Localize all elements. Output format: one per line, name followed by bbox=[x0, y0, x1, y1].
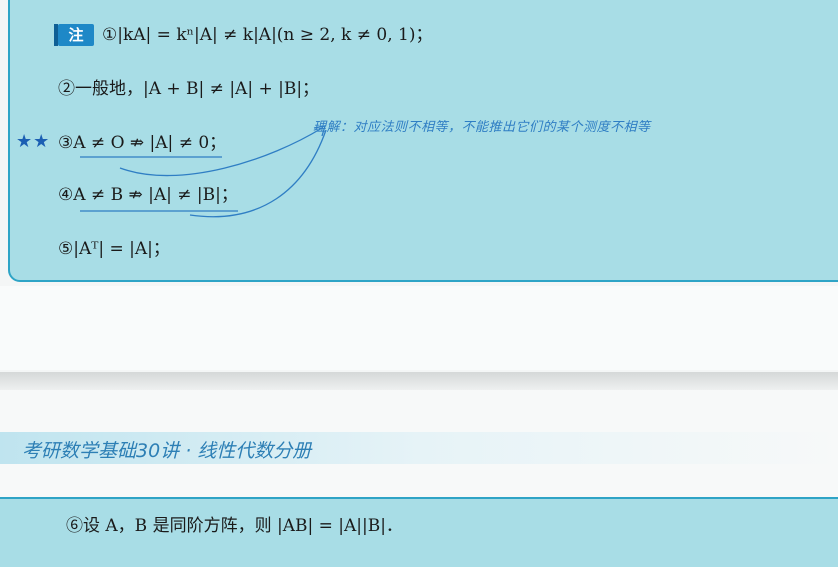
arrowhead bbox=[313, 125, 326, 137]
arrow-from-item-4 bbox=[189, 129, 327, 218]
property-item-6: ⑥设 A，B 是同阶方阵，则 |AB| = |A||B|． bbox=[66, 516, 403, 536]
page-divider bbox=[0, 372, 838, 390]
page-margin bbox=[0, 286, 838, 370]
arrow-from-item-3 bbox=[119, 127, 323, 177]
page-header-title: 考研数学基础30讲 · 线性代数分册 bbox=[22, 440, 312, 462]
